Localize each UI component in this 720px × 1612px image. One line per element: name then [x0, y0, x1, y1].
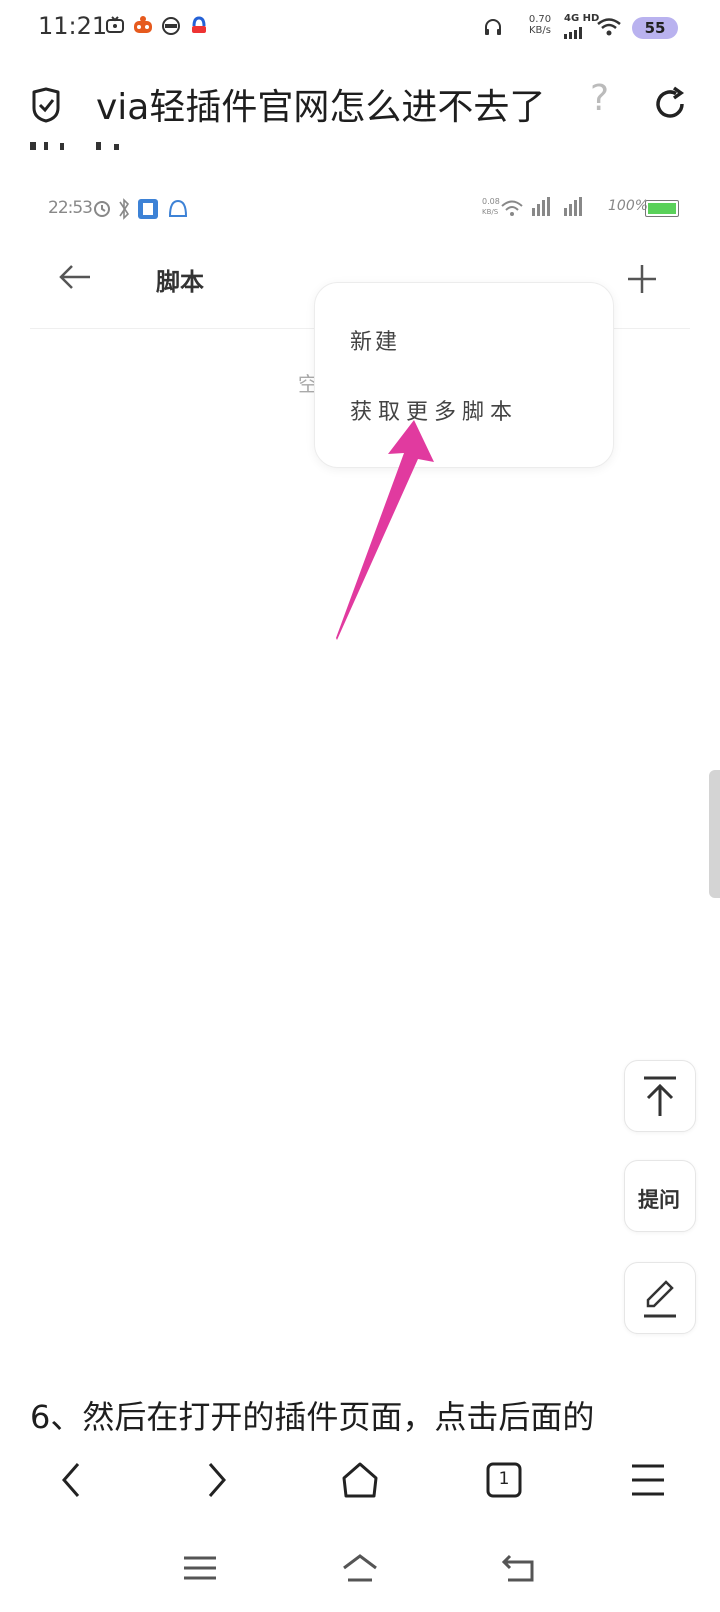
game-app-icon: [134, 16, 152, 33]
system-home-icon[interactable]: [340, 1550, 380, 1586]
refresh-icon[interactable]: [650, 84, 690, 124]
browser-menu-icon[interactable]: [626, 1458, 670, 1502]
network-speed: 0.70 KB/s: [528, 14, 552, 36]
browser-forward-icon[interactable]: [194, 1458, 238, 1502]
embedded-page-title: 脚本: [156, 268, 204, 296]
page-title-suffix: ?: [590, 78, 610, 119]
clipped-text-fragment: [30, 142, 119, 150]
back-to-top-button[interactable]: [624, 1060, 696, 1132]
pink-pointer-arrow: [336, 420, 434, 640]
system-recents-icon[interactable]: [180, 1550, 220, 1586]
embedded-battery-icon: [645, 200, 679, 217]
browser-home-icon[interactable]: [338, 1458, 382, 1502]
tv-app-icon: [106, 16, 124, 33]
battery-level: 55: [644, 19, 666, 37]
embedded-status-time: 22:53: [48, 198, 93, 218]
tab-count: 1: [498, 1469, 510, 1489]
embedded-signal-icons: 0.08 KB/S: [482, 197, 582, 216]
page-title: via轻插件官网怎么进不去了: [96, 87, 546, 128]
plus-icon: [628, 265, 656, 293]
edit-button[interactable]: [624, 1262, 696, 1334]
baidu-app-icon: [192, 16, 206, 33]
arrow-up-icon: [644, 1076, 676, 1116]
menu-item-new: 新建: [350, 330, 401, 355]
article-text: 6、然后在打开的插件页面，点击后面的: [30, 1398, 595, 1436]
shield-check-icon[interactable]: [28, 86, 64, 124]
scrollbar-handle[interactable]: [709, 770, 720, 898]
embedded-battery-text: 100%: [608, 198, 649, 214]
embedded-status-icons: [94, 198, 188, 220]
wifi-icon: [597, 18, 621, 36]
network-type: 4G HD: [564, 13, 600, 24]
system-back-icon[interactable]: [500, 1550, 540, 1586]
svg-text:0.08: 0.08: [482, 197, 500, 206]
cat-app-icon: [162, 17, 180, 35]
ask-question-label: 提问: [638, 1188, 680, 1212]
signal-icon: [564, 27, 582, 39]
headphone-icon: [485, 19, 501, 35]
browser-back-icon[interactable]: [50, 1458, 94, 1502]
svg-text:KB/S: KB/S: [482, 208, 499, 216]
back-arrow-icon: [59, 265, 90, 289]
pencil-icon: [644, 1280, 676, 1318]
status-time: 11:21: [38, 12, 108, 40]
